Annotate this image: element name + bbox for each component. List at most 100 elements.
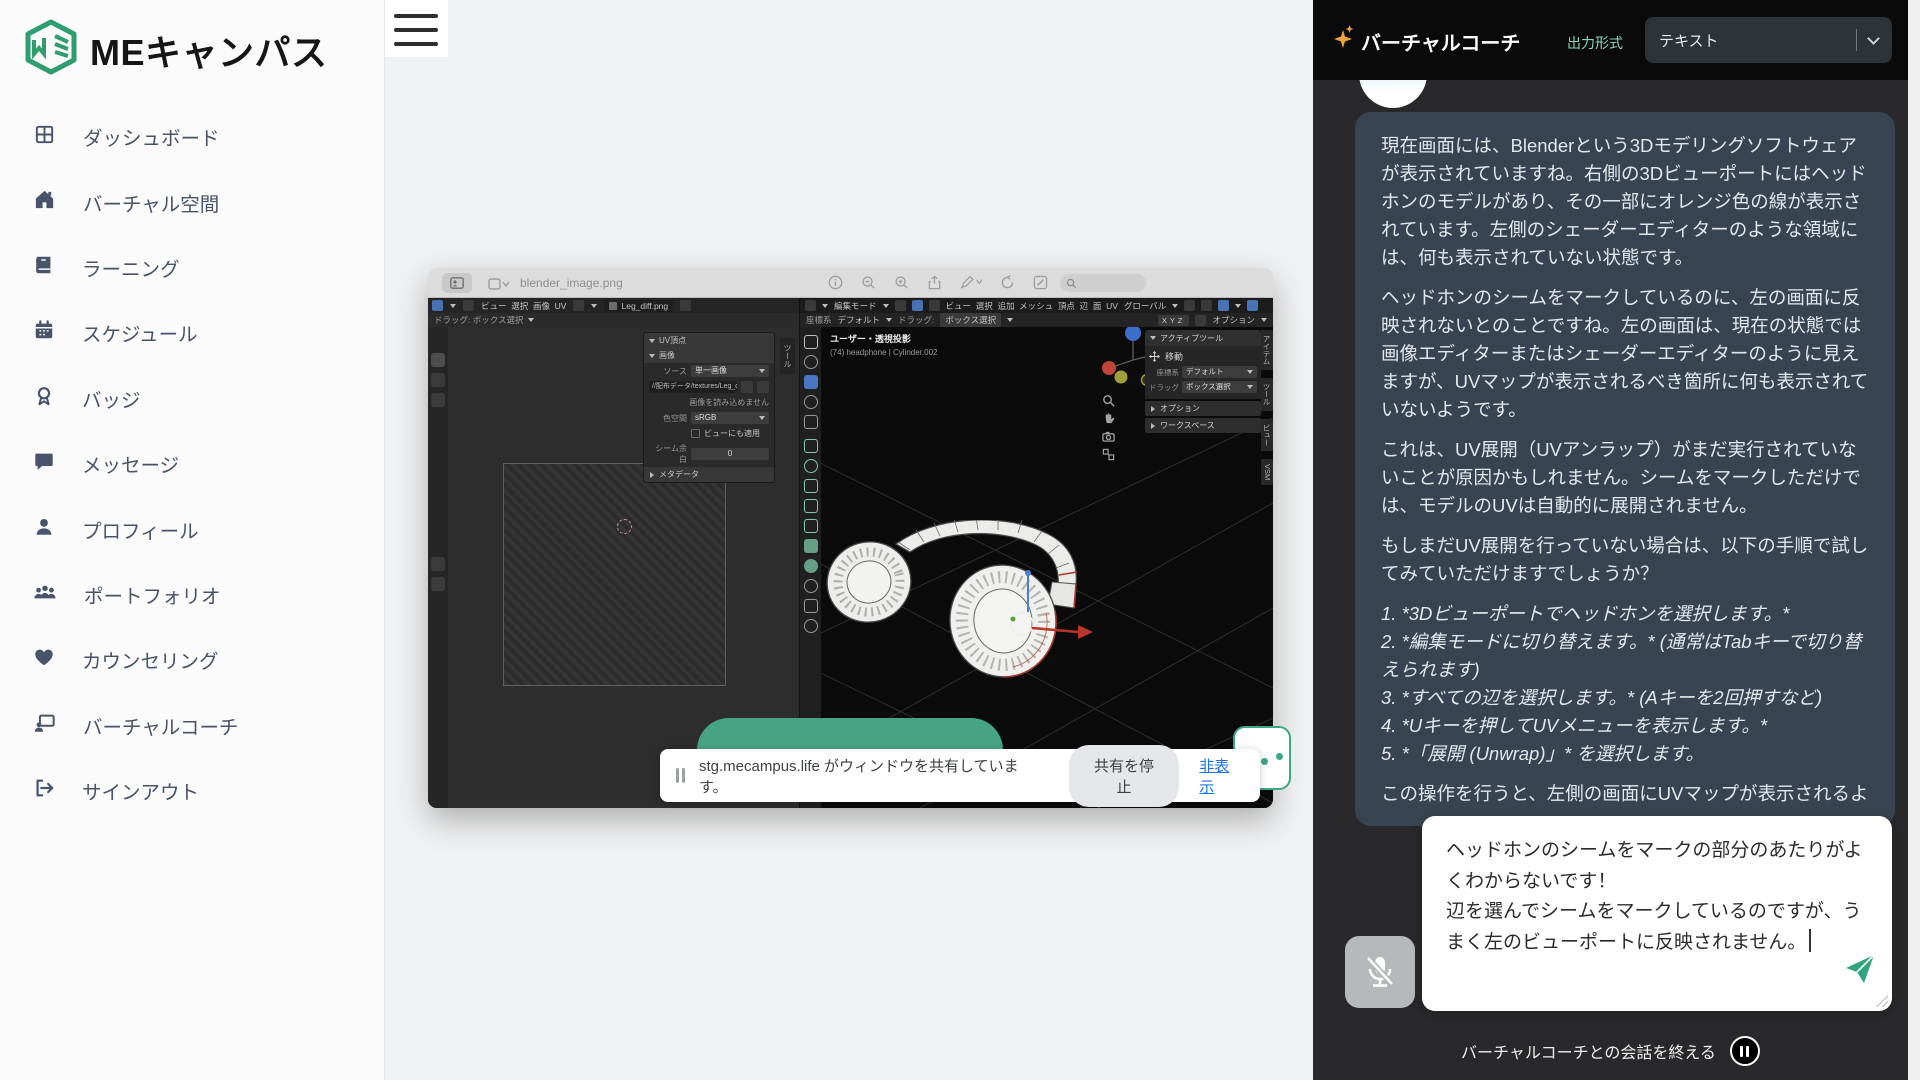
zoom-icon (1102, 394, 1115, 407)
image-datablock-selector: Leg_diff.png (604, 300, 673, 312)
step-item: 5. *「展開 (Unwrap)」* を選択します。 (1381, 740, 1869, 768)
source-label: ソース (649, 366, 687, 377)
drag-label: ドラッグ: (898, 314, 934, 326)
poly-build-tool-icon (804, 539, 818, 553)
editor-type-icon (805, 300, 816, 311)
sidebar-item-badge[interactable]: バッジ (0, 366, 384, 431)
search-field (1060, 274, 1146, 292)
text-cursor (1809, 929, 1811, 952)
rotate-icon (1000, 275, 1015, 290)
sidebar-item-label: スケジュール (82, 318, 198, 347)
image-load-error: 画像を読み込めません (644, 395, 774, 410)
screen-share-banner: stg.mecampus.life がウィンドウを共有しています。 共有を停止 … (660, 749, 1260, 802)
colorspace-select: sRGB (691, 412, 769, 424)
hamburger-menu-button[interactable] (385, 0, 448, 57)
npanel-coord-label: 座標系 (1149, 367, 1179, 378)
apply-view-label: ビューにも適用 (704, 428, 760, 439)
hide-banner-link[interactable]: 非表示 (1199, 755, 1244, 797)
shrink-tool-icon (804, 619, 818, 633)
gizmo-y-axis (1115, 371, 1128, 384)
mic-mute-button[interactable] (1345, 936, 1415, 1008)
resize-handle[interactable] (1876, 995, 1888, 1007)
viewport-n-panel: アクティブツール 移動 座標系 デフォルト ドラッグ ボックス選択 (1145, 330, 1261, 433)
sidebar-item-label: ラーニング (82, 253, 180, 282)
sidebar-item-profile[interactable]: プロフィール (0, 496, 384, 561)
sidebar-item-portfolio[interactable]: ポートフォリオ (0, 562, 384, 627)
step-item: 1. *3Dビューポートでヘッドホンを選択します。* (1381, 600, 1869, 628)
banner-drag-handle-icon[interactable] (676, 768, 685, 783)
sidebar-item-learning[interactable]: ラーニング (0, 235, 384, 300)
edge-select-icon (912, 300, 923, 311)
scale-tool-icon (804, 415, 818, 429)
uv-toolbar (428, 327, 448, 808)
shading-icon (1247, 300, 1258, 311)
uv-tool-settings-row: ドラッグ: ボックス選択 (428, 313, 799, 327)
coach-header: バーチャルコーチ 出力形式 テキスト (1313, 0, 1920, 80)
virtual-coach-panel: バーチャルコーチ 出力形式 テキスト 現在画面には、Blenderという3Dモデ… (1313, 0, 1920, 1080)
refresh-icon (757, 381, 769, 393)
app-logo[interactable]: MEキャンパス (22, 18, 328, 81)
coach-panel-title: バーチャルコーチ (1361, 27, 1520, 56)
sidebar-item-label: バーチャル空間 (83, 188, 219, 217)
sidebar-nav: ダッシュボード バーチャル空間 ラーニング スケジュール バッジ メッセージ プ… (0, 104, 384, 823)
share-message: stg.mecampus.life がウィンドウを共有しています。 (699, 755, 1045, 797)
view-name: ユーザー・透視投影 (830, 332, 938, 345)
sidebar-item-message[interactable]: メッセージ (0, 431, 384, 496)
dot-icon (1261, 758, 1268, 765)
knife-tool-icon (804, 519, 818, 533)
source-select: 単一画像 (691, 365, 769, 377)
end-conversation-label: バーチャルコーチとの会話を終える (1461, 1039, 1716, 1063)
logo-cube-icon (22, 18, 80, 81)
sidebar-item-counseling[interactable]: カウンセリング (0, 627, 384, 692)
sidebar-item-virtual-space[interactable]: バーチャル空間 (0, 169, 384, 234)
inset-tool-icon (804, 459, 818, 473)
message-paragraph: 現在画面には、Blenderという3Dモデリングソフトウェアが表示されていますね… (1381, 132, 1869, 272)
stop-sharing-button[interactable]: 共有を停止 (1069, 745, 1180, 807)
sidebar-item-label: プロフィール (82, 515, 199, 544)
sidebar-item-sign-out[interactable]: サインアウト (0, 758, 384, 823)
message-icon (33, 450, 55, 477)
apply-view-checkbox (691, 429, 700, 438)
drag-value: ボックス選択 (940, 313, 1001, 327)
sidebar: MEキャンパス ダッシュボード バーチャル空間 ラーニング スケジュール バッジ… (0, 0, 385, 1080)
colorspace-label: 色空間 (649, 413, 687, 424)
end-conversation-row: バーチャルコーチとの会話を終える (1313, 1036, 1908, 1066)
tab-item: アイテム (1261, 330, 1273, 370)
npanel-coord-select: デフォルト (1182, 366, 1257, 378)
send-button[interactable] (1844, 953, 1876, 996)
annotate-tool-icon (431, 393, 445, 407)
image-section: 画像 (659, 350, 675, 361)
pan-tool-icon (431, 577, 445, 591)
assistant-message-bubble: 現在画面には、Blenderという3Dモデリングソフトウェアが表示されていますね… (1355, 112, 1895, 826)
mode-select: 編集モード (834, 300, 877, 312)
tab-tool: ツール (1261, 378, 1273, 411)
message-paragraph: もしまだUV展開を行っていない場合は、以下の手順で試してみていただけますでしょう… (1381, 532, 1869, 588)
uv-grid-area (503, 463, 726, 686)
workspace-panel-collapsed: ワークスペース (1160, 420, 1215, 431)
axis-lock-buttons: XYZ (1158, 315, 1190, 326)
step-item: 4. *Uキーを押してUVメニューを表示します。* (1381, 712, 1869, 740)
viewport-nav-buttons (1102, 394, 1115, 461)
message-paragraph: これは、UV展開（UVアンラップ）がまだ実行されていないことが原因かもしれません… (1381, 436, 1869, 520)
uv-sidebar-tab: ツール (780, 338, 795, 374)
chat-input[interactable]: ヘッドホンのシームをマークの部分のあたりがよくわからないです！ 辺を選んでシーム… (1422, 816, 1892, 1011)
dashboard-grid-icon (33, 123, 56, 151)
chat-input-text: ヘッドホンのシームをマークの部分のあたりがよくわからないです！ 辺を選んでシーム… (1446, 840, 1862, 953)
sidebar-item-label: サインアウト (82, 776, 199, 805)
metadata-section: メタデータ (659, 469, 699, 480)
page-scrollbar[interactable] (1908, 0, 1920, 1080)
sidebar-item-virtual-coach[interactable]: バーチャルコーチ (0, 693, 384, 758)
output-format-select[interactable]: テキスト (1645, 17, 1892, 63)
calendar-icon (33, 319, 55, 346)
sidebar-item-schedule[interactable]: スケジュール (0, 300, 384, 365)
highlight-icon (1033, 275, 1048, 290)
select-box-tool-icon (804, 335, 818, 349)
image-file-path: //配布データ/textures/Leg_diff.png (649, 381, 737, 393)
select-tool-icon (431, 353, 445, 367)
object-name: (74) headphone | Cylinder.002 (830, 348, 938, 357)
pause-button[interactable] (1730, 1036, 1760, 1066)
virtual-coach-icon (33, 712, 56, 739)
share-icon (927, 275, 942, 290)
sidebar-item-dashboard[interactable]: ダッシュボード (0, 104, 384, 169)
uv-vertex-section: UV頂点 (659, 335, 686, 346)
